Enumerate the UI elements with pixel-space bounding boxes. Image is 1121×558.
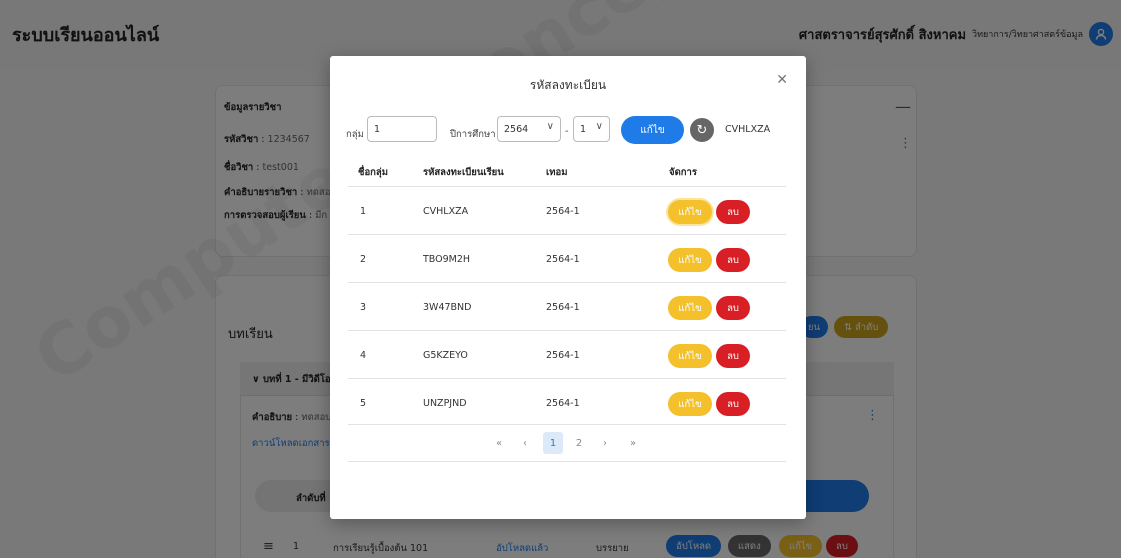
row-term: 2564-1 (546, 302, 580, 313)
divider (348, 378, 786, 379)
row-delete-button[interactable]: ลบ (716, 248, 750, 272)
row-group: 1 (360, 206, 367, 217)
row-code: CVHLXZA (423, 206, 469, 217)
page-2-button[interactable]: 2 (572, 432, 586, 454)
page-1-button[interactable]: 1 (543, 432, 563, 454)
row-group: 2 (360, 254, 367, 265)
col-group-name: ชื่อกลุ่ม (358, 167, 388, 178)
year-select[interactable]: 2564 ∨ (497, 116, 561, 142)
row-code: UNZPJND (423, 398, 467, 409)
current-code: CVHLXZA (725, 124, 771, 135)
refresh-icon[interactable]: ↻ (690, 118, 714, 142)
row-group: 3 (360, 302, 367, 313)
divider (348, 282, 786, 283)
next-page-button[interactable]: › (598, 432, 612, 454)
row-code: 3W47BND (423, 302, 472, 313)
row-term: 2564-1 (546, 398, 580, 409)
group-input[interactable]: 1 (367, 116, 437, 142)
chevron-down-icon: ∨ (546, 121, 554, 132)
row-term: 2564-1 (546, 254, 580, 265)
term-separator: - (565, 126, 569, 137)
year-label: ปีการศึกษา (450, 129, 496, 140)
modal-title: รหัสลงทะเบียน (529, 78, 607, 92)
row-delete-button[interactable]: ลบ (716, 344, 750, 368)
row-code: TBO9M2H (423, 254, 471, 265)
divider (348, 186, 786, 187)
row-edit-button[interactable]: แก้ไข (668, 344, 712, 368)
row-term: 2564-1 (546, 350, 580, 361)
term-select[interactable]: 1 ∨ (573, 116, 610, 142)
row-delete-button[interactable]: ลบ (716, 200, 750, 224)
row-delete-button[interactable]: ลบ (716, 296, 750, 320)
row-edit-button[interactable]: แก้ไข (668, 392, 712, 416)
col-term: เทอม (546, 167, 568, 178)
row-edit-button[interactable]: แก้ไข (668, 248, 712, 272)
row-delete-button[interactable]: ลบ (716, 392, 750, 416)
divider (348, 234, 786, 235)
row-code: G5KZEYO (423, 350, 468, 361)
divider (348, 330, 786, 331)
divider (348, 461, 786, 462)
group-label: กลุ่ม (346, 129, 364, 140)
prev-page-button[interactable]: ‹ (518, 432, 532, 454)
row-term: 2564-1 (546, 206, 580, 217)
row-edit-button[interactable]: แก้ไข (668, 296, 712, 320)
col-actions: จัดการ (669, 167, 697, 178)
last-page-button[interactable]: » (626, 432, 640, 454)
chevron-down-icon: ∨ (595, 121, 603, 132)
row-edit-button[interactable]: แก้ไข (668, 200, 712, 224)
row-group: 5 (360, 398, 367, 409)
row-group: 4 (360, 350, 367, 361)
close-icon[interactable]: ✕ (776, 72, 788, 88)
divider (348, 424, 786, 425)
first-page-button[interactable]: « (492, 432, 506, 454)
col-register-code: รหัสลงทะเบียนเรียน (423, 167, 504, 178)
edit-code-button[interactable]: แก้ไข (621, 116, 684, 144)
